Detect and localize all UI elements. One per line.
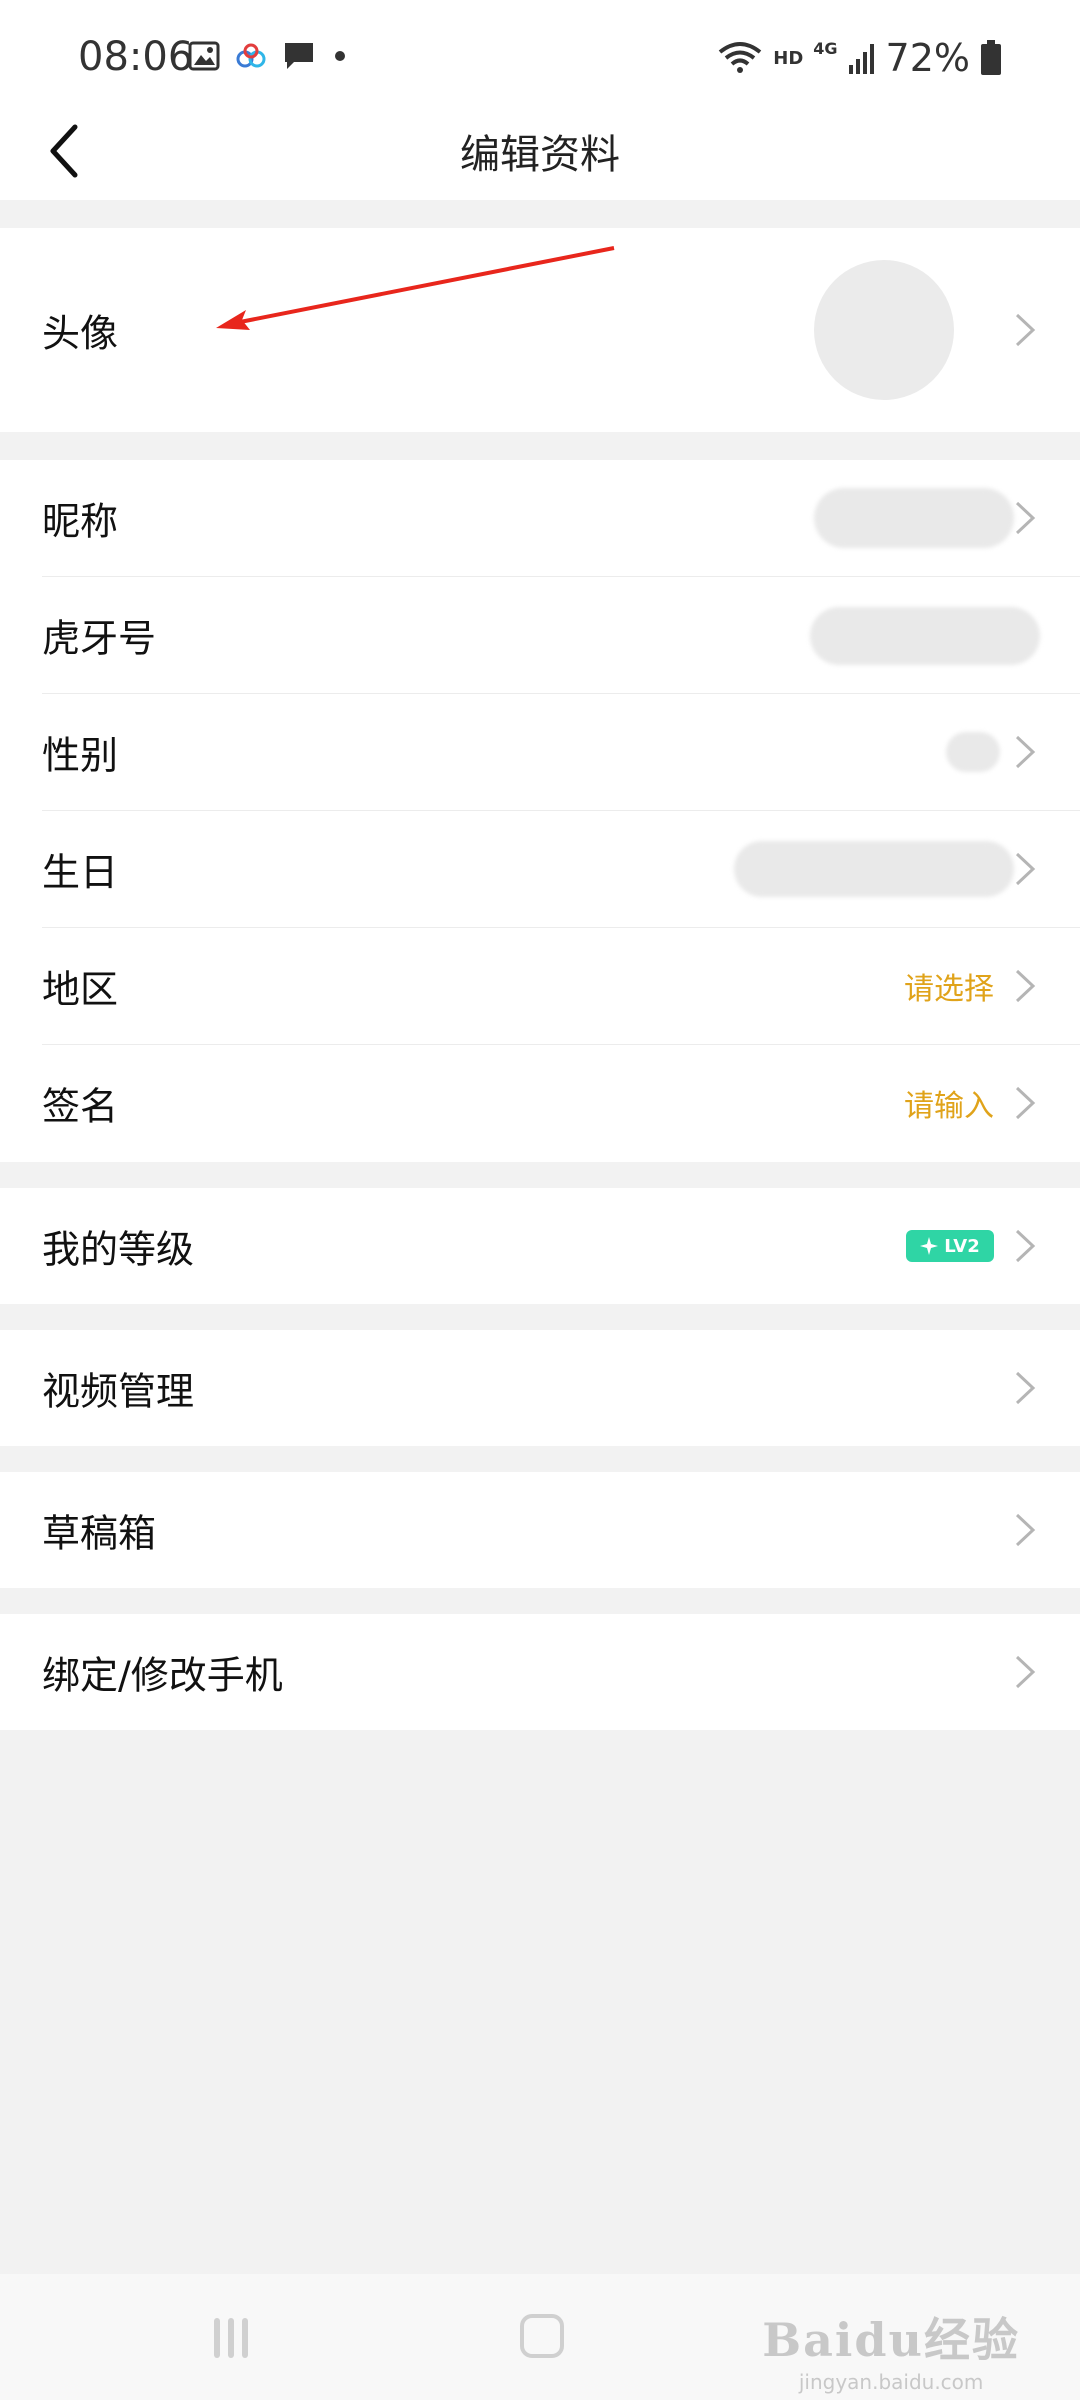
watermark-main: Baidu经验 xyxy=(762,2313,1020,2367)
signature-label: 签名 xyxy=(42,1084,119,1129)
video-manage-section: 视频管理 xyxy=(0,1330,1080,1446)
level-badge: LV2 xyxy=(906,1230,994,1262)
annotation-arrow xyxy=(216,246,615,330)
chevron-right-icon xyxy=(1015,852,1036,886)
signature-value: 请输入 xyxy=(904,1089,994,1124)
home-button[interactable] xyxy=(520,2314,564,2358)
signature-row[interactable]: 签名 请输入 xyxy=(0,1045,1080,1161)
sparkle-icon xyxy=(920,1237,939,1255)
watermark: Baidu经验 jingyan.baidu.com xyxy=(762,2304,1020,2394)
chevron-right-icon xyxy=(1015,969,1036,1003)
chevron-right-icon xyxy=(1015,735,1036,769)
video-manage-label: 视频管理 xyxy=(42,1369,195,1414)
chevron-right-icon xyxy=(1015,1229,1036,1263)
drafts-row[interactable]: 草稿箱 xyxy=(0,1472,1080,1588)
birthday-row[interactable]: 生日 xyxy=(0,811,1080,927)
gender-value-redacted xyxy=(946,732,1000,772)
profile-fields-section: 昵称 虎牙号 性别 生日 地区 请选择 签名 请输入 xyxy=(0,460,1080,1162)
chevron-right-icon xyxy=(1015,1513,1036,1547)
region-row[interactable]: 地区 请选择 xyxy=(0,928,1080,1044)
bind-phone-section: 绑定/修改手机 xyxy=(0,1614,1080,1730)
watermark-sub: jingyan.baidu.com xyxy=(798,2370,984,2394)
chevron-right-icon xyxy=(1015,501,1036,535)
huya-id-row: 虎牙号 xyxy=(0,577,1080,693)
bind-phone-label: 绑定/修改手机 xyxy=(42,1653,283,1698)
nickname-value-redacted xyxy=(814,488,1014,548)
nickname-label: 昵称 xyxy=(42,499,119,544)
drafts-label: 草稿箱 xyxy=(42,1511,157,1556)
birthday-label: 生日 xyxy=(42,850,119,895)
chevron-right-icon xyxy=(1015,1655,1036,1689)
gender-row[interactable]: 性别 xyxy=(0,694,1080,810)
chevron-right-icon xyxy=(1015,1371,1036,1405)
huya-id-label: 虎牙号 xyxy=(42,616,157,661)
level-row[interactable]: 我的等级 LV2 xyxy=(0,1188,1080,1304)
level-label: 我的等级 xyxy=(42,1227,195,1272)
nickname-row[interactable]: 昵称 xyxy=(0,460,1080,576)
drafts-section: 草稿箱 xyxy=(0,1472,1080,1588)
huya-id-value-redacted xyxy=(810,607,1040,665)
region-value: 请选择 xyxy=(904,972,994,1007)
birthday-value-redacted xyxy=(734,841,1014,897)
bind-phone-row[interactable]: 绑定/修改手机 xyxy=(0,1614,1080,1730)
chevron-right-icon xyxy=(1015,1086,1036,1120)
system-nav-bar: Baidu经验 jingyan.baidu.com xyxy=(0,2274,1080,2400)
gender-label: 性别 xyxy=(42,733,119,778)
video-manage-row[interactable]: 视频管理 xyxy=(0,1330,1080,1446)
level-section: 我的等级 LV2 xyxy=(0,1188,1080,1304)
recents-button[interactable] xyxy=(214,2318,248,2358)
level-badge-text: LV2 xyxy=(944,1235,980,1257)
region-label: 地区 xyxy=(42,967,119,1012)
